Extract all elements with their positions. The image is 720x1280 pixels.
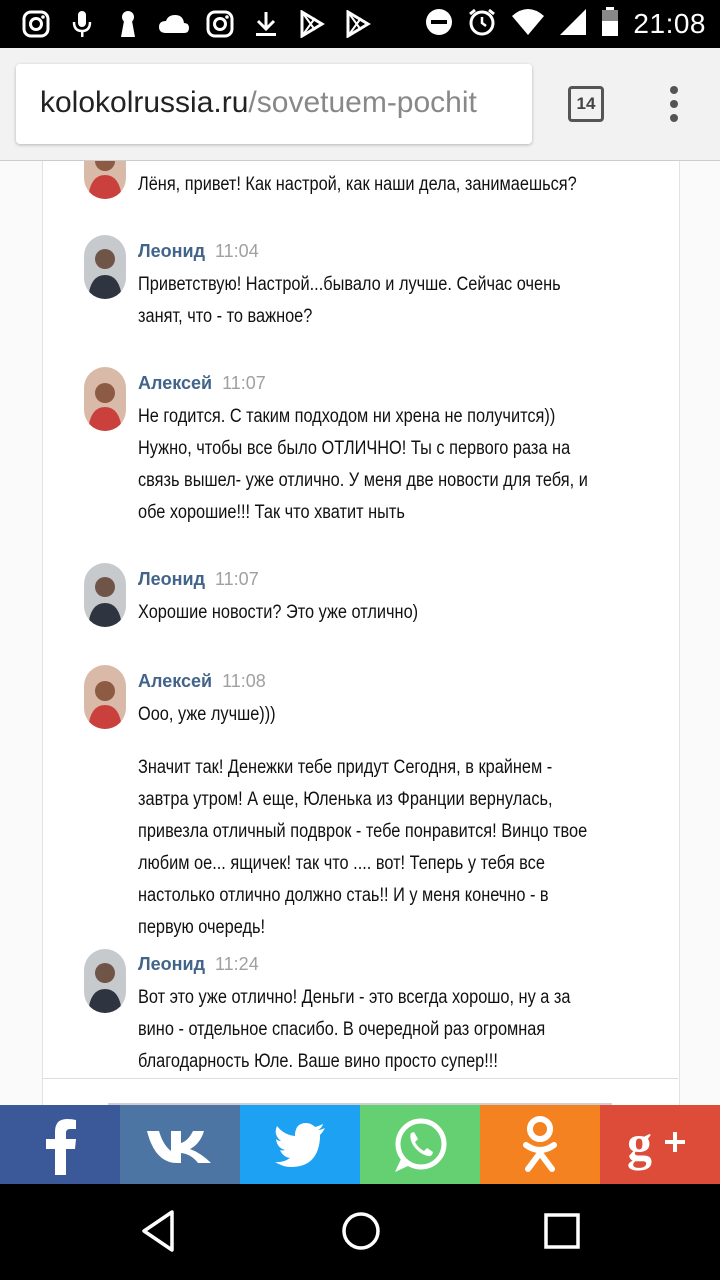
status-bar: 21:08	[0, 0, 720, 48]
avatar	[84, 367, 126, 431]
message: Леонид 11:04 Приветствую! Настрой...бывал…	[138, 241, 598, 333]
tab-switcher-button[interactable]: 14	[568, 86, 604, 122]
message-time: 11:07	[222, 373, 266, 393]
sender-name[interactable]: Алексей	[138, 373, 212, 393]
url-domain: kolokolrussia.ru	[40, 86, 249, 119]
play-store-icon	[342, 8, 374, 40]
odnoklassniki-icon	[523, 1115, 557, 1172]
share-bar: g	[0, 1105, 720, 1184]
browser-toolbar: kolokolrussia.ru/sovetuem-pochit 14	[0, 48, 720, 161]
whatsapp-icon	[395, 1118, 447, 1172]
sender-name[interactable]: Алексей	[138, 671, 212, 691]
twitter-icon	[275, 1122, 325, 1167]
home-icon[interactable]	[340, 1208, 382, 1259]
play-store-icon	[296, 8, 328, 40]
url-path: /sovetuem-pochit	[248, 86, 477, 119]
share-google-plus-button[interactable]: g	[600, 1105, 720, 1184]
microphone-icon	[66, 8, 98, 40]
message: Алексей 11:07 Не годится. С таким подходо…	[138, 373, 598, 529]
message-text: Не годится. С таким подходом ни хрена не…	[138, 406, 588, 523]
message-text: Вот это уже отлично! Деньги - это всегда…	[138, 987, 571, 1072]
message: Значит так! Денежки тебе придут Сегодня,…	[138, 752, 598, 944]
message-time: 11:04	[215, 241, 259, 261]
message-time: 11:08	[222, 671, 266, 691]
avatar	[84, 235, 126, 299]
avatar	[84, 665, 126, 729]
share-vk-button[interactable]	[120, 1105, 240, 1184]
sender-name[interactable]: Леонид	[138, 954, 205, 974]
sender-name[interactable]: Леонид	[138, 241, 205, 261]
url-text: kolokolrussia.ru/sovetuem-pochit	[40, 86, 477, 120]
download-icon	[250, 8, 282, 40]
message: Лёня, привет! Как настрой, как наши дела…	[138, 169, 598, 201]
message-time: 11:07	[215, 569, 259, 589]
alarm-icon	[467, 7, 497, 42]
do-not-disturb-icon	[425, 8, 453, 41]
vk-icon	[147, 1130, 211, 1163]
share-whatsapp-button[interactable]	[360, 1105, 480, 1184]
wifi-icon	[511, 8, 545, 41]
message-text: Хорошие новости? Это уже отлично)	[138, 602, 419, 623]
overflow-menu-icon[interactable]	[662, 82, 686, 126]
message-text: Лёня, привет! Как настрой, как наши дела…	[138, 174, 577, 195]
avatar	[84, 563, 126, 627]
message-text: Приветствую! Настрой...бывало и лучше. С…	[138, 274, 561, 327]
svg-text:g: g	[627, 1118, 652, 1171]
keyhole-icon	[112, 8, 144, 40]
facebook-icon	[46, 1118, 76, 1175]
avatar	[84, 949, 126, 1013]
system-status: 21:08	[425, 6, 706, 42]
message-text: Ооо, уже лучше)))	[138, 704, 276, 725]
message: Леонид 11:07 Хорошие новости? Это уже отл…	[138, 569, 598, 629]
google-plus-icon: g	[627, 1118, 685, 1171]
url-bar[interactable]: kolokolrussia.ru/sovetuem-pochit	[16, 64, 532, 144]
share-twitter-button[interactable]	[240, 1105, 360, 1184]
divider	[42, 1078, 678, 1079]
instagram-icon	[20, 8, 52, 40]
signal-icon	[559, 8, 587, 41]
share-odnoklassniki-button[interactable]	[480, 1105, 600, 1184]
page-content: Лёня, привет! Как настрой, как наши дела…	[0, 161, 720, 1105]
message-text: Значит так! Денежки тебе придут Сегодня,…	[138, 757, 588, 938]
share-facebook-button[interactable]	[0, 1105, 120, 1184]
battery-icon	[601, 6, 619, 42]
back-icon[interactable]	[138, 1208, 178, 1259]
sender-name[interactable]: Леонид	[138, 569, 205, 589]
message: Алексей 11:08 Ооо, уже лучше)))	[138, 671, 598, 731]
notification-icons	[20, 8, 374, 40]
clock-time: 21:08	[633, 8, 706, 39]
instagram-icon	[204, 8, 236, 40]
message-time: 11:24	[215, 954, 259, 974]
cloud-icon	[158, 8, 190, 40]
navigation-bar	[0, 1184, 720, 1280]
recents-icon[interactable]	[542, 1208, 582, 1259]
message: Леонид 11:24 Вот это уже отлично! Деньги …	[138, 954, 598, 1078]
